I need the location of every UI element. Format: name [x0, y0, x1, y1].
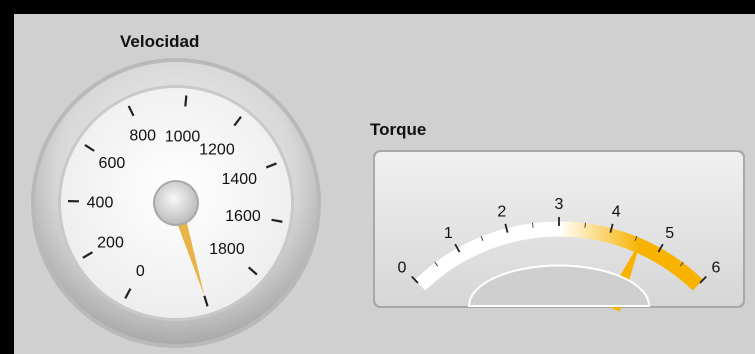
torque-scale-label: 0: [398, 259, 407, 276]
torque-minor-tick: [531, 222, 534, 228]
velocidad-scale-label: 1800: [209, 241, 245, 258]
velocidad-scale-label: 800: [129, 128, 156, 145]
front-panel: Velocidad Torque 0 200 400 600 800 1000 …: [14, 14, 755, 354]
torque-scale-label: 6: [712, 259, 721, 276]
torque-scale-label: 1: [444, 225, 453, 242]
torque-scale-label: 3: [555, 196, 564, 213]
velocidad-scale-label: 0: [136, 263, 145, 280]
torque-scale-label: 4: [612, 203, 621, 220]
torque-meter[interactable]: 0 1 2 3 4 5 6: [373, 150, 745, 312]
velocidad-gauge[interactable]: 0 200 400 600800 10001200 1400 1600 1800: [31, 58, 321, 348]
velocidad-tick: [184, 95, 188, 107]
velocidad-scale-label: 1400: [221, 171, 257, 188]
velocidad-scale-label: 1600: [225, 208, 261, 225]
gauges-canvas: 0 200 400 600800 10001200 1400 1600 1800 0 1 2 3 4 5…: [31, 58, 745, 348]
torque-minor-tick: [584, 222, 587, 228]
torque-scale-label: 5: [665, 225, 674, 242]
velocidad-scale-label: 1200: [199, 142, 235, 159]
velocidad-scale-label: 1000: [165, 128, 201, 145]
torque-scale-label: 2: [497, 203, 506, 220]
velocidad-scale-label: 400: [87, 195, 114, 212]
velocidad-scale-label: 200: [97, 235, 124, 252]
velocidad-scale-label: 600: [99, 155, 126, 172]
velocidad-hub: [155, 182, 197, 224]
